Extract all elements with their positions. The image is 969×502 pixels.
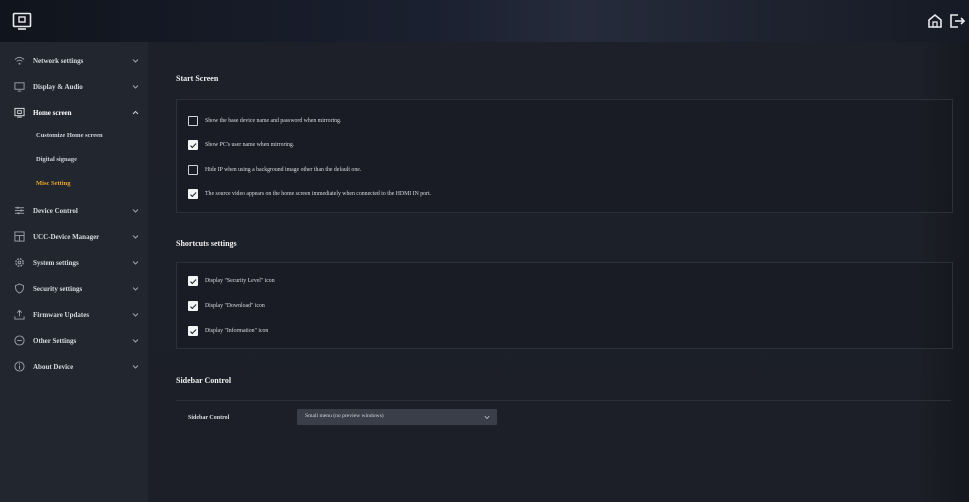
- sidebar-item-device-control[interactable]: Device Control: [0, 198, 148, 224]
- chevron-down-icon: [132, 287, 139, 291]
- sliders-icon: [14, 206, 25, 215]
- chevron-down-icon: [132, 365, 139, 369]
- option-label: Display "Download" icon: [205, 303, 265, 309]
- chevron-up-icon: [132, 110, 139, 115]
- option-label: Show PC's user name when mirroring.: [205, 142, 295, 148]
- sidebar-item-system-settings[interactable]: System settings: [0, 250, 148, 276]
- more-icon: [14, 335, 25, 346]
- sidebar-control-select[interactable]: Small menu (no preview windows): [297, 409, 497, 425]
- shortcuts-panel: [176, 262, 953, 349]
- sidebar-item-label: Network settings: [33, 57, 84, 65]
- checkbox[interactable]: [188, 116, 198, 126]
- sidebar-subitem-misc-setting[interactable]: Misc Setting: [36, 180, 70, 187]
- sidebar-control-label: Sidebar Control: [188, 415, 230, 421]
- option-download-icon[interactable]: Display "Download" icon: [188, 301, 265, 311]
- option-label: The source video appears on the home scr…: [205, 191, 432, 197]
- top-bar: [0, 0, 969, 42]
- chevron-down-icon: [132, 313, 139, 317]
- sidebar-item-label: Device Control: [33, 207, 78, 215]
- screen-mirror-logo-icon: [12, 12, 32, 30]
- sidebar-item-ucc-device-manager[interactable]: UCC-Device Manager: [0, 224, 148, 250]
- option-show-device-name[interactable]: Show the base device name and password w…: [188, 116, 341, 126]
- option-security-level-icon[interactable]: Display "Security Level" icon: [188, 276, 275, 286]
- sidebar-item-home-screen[interactable]: Home screen: [0, 100, 148, 126]
- device-manager-icon: [14, 231, 25, 242]
- option-hide-ip[interactable]: Hide IP when using a background image ot…: [188, 165, 361, 175]
- sidebar-subitem-digital-signage[interactable]: Digital signage: [36, 156, 77, 163]
- chevron-down-icon: [132, 261, 139, 265]
- sidebar-item-label: System settings: [33, 259, 79, 267]
- shield-icon: [14, 283, 25, 294]
- wifi-icon: [14, 56, 25, 65]
- sidebar-subitem-customize-home-screen[interactable]: Customize Home screen: [36, 132, 103, 139]
- sidebar-item-label: Security settings: [33, 285, 83, 293]
- logout-icon[interactable]: [948, 12, 966, 30]
- sidebar-item-firmware-updates[interactable]: Firmware Updates: [0, 302, 148, 328]
- sidebar-control-title: Sidebar Control: [176, 376, 232, 385]
- chevron-down-icon: [132, 209, 139, 213]
- chevron-down-icon: [484, 415, 490, 420]
- select-value: Small menu (no preview windows): [305, 413, 384, 419]
- upload-icon: [14, 309, 25, 320]
- sidebar-item-security-settings[interactable]: Security settings: [0, 276, 148, 302]
- option-label: Display "Security Level" icon: [205, 278, 275, 284]
- option-label: Display "Information" icon: [205, 328, 269, 334]
- info-icon: [14, 361, 25, 372]
- checkbox[interactable]: [188, 165, 198, 175]
- checkbox[interactable]: [188, 301, 198, 311]
- home-screen-icon: [14, 107, 25, 118]
- option-hdmi-source-video[interactable]: The source video appears on the home scr…: [188, 189, 431, 199]
- sidebar-item-display-audio[interactable]: Display & Audio: [0, 74, 148, 100]
- option-information-icon[interactable]: Display "Information" icon: [188, 326, 268, 336]
- sidebar-item-about-device[interactable]: About Device: [0, 354, 148, 380]
- home-icon[interactable]: [926, 12, 944, 30]
- chevron-down-icon: [132, 235, 139, 239]
- sidebar-item-label: Display & Audio: [33, 83, 83, 91]
- checkbox[interactable]: [188, 140, 198, 150]
- sidebar: Network settings Display & Audio Home sc…: [0, 42, 148, 502]
- sidebar-item-label: UCC-Device Manager: [33, 233, 100, 241]
- monitor-icon: [14, 82, 25, 92]
- divider: [176, 400, 951, 401]
- shortcuts-settings-title: Shortcuts settings: [176, 239, 237, 248]
- option-show-pc-user-name[interactable]: Show PC's user name when mirroring.: [188, 140, 294, 150]
- chevron-down-icon: [132, 59, 139, 63]
- sidebar-item-network-settings[interactable]: Network settings: [0, 48, 148, 74]
- checkbox[interactable]: [188, 189, 198, 199]
- start-screen-title: Start Screen: [176, 74, 219, 83]
- gear-icon: [15, 258, 24, 267]
- sidebar-item-other-settings[interactable]: Other Settings: [0, 328, 148, 354]
- main-content: Start Screen Show the base device name a…: [148, 42, 969, 502]
- app-window: Network settings Display & Audio Home sc…: [0, 0, 969, 502]
- chevron-down-icon: [132, 339, 139, 343]
- checkbox[interactable]: [188, 276, 198, 286]
- sidebar-item-label: Home screen: [33, 109, 72, 117]
- sidebar-item-label: Firmware Updates: [33, 311, 90, 319]
- option-label: Show the base device name and password w…: [205, 118, 342, 124]
- chevron-down-icon: [132, 85, 139, 89]
- sidebar-item-label: Other Settings: [33, 337, 77, 345]
- option-label: Hide IP when using a background image ot…: [205, 167, 362, 173]
- sidebar-item-label: About Device: [33, 363, 74, 371]
- checkbox[interactable]: [188, 326, 198, 336]
